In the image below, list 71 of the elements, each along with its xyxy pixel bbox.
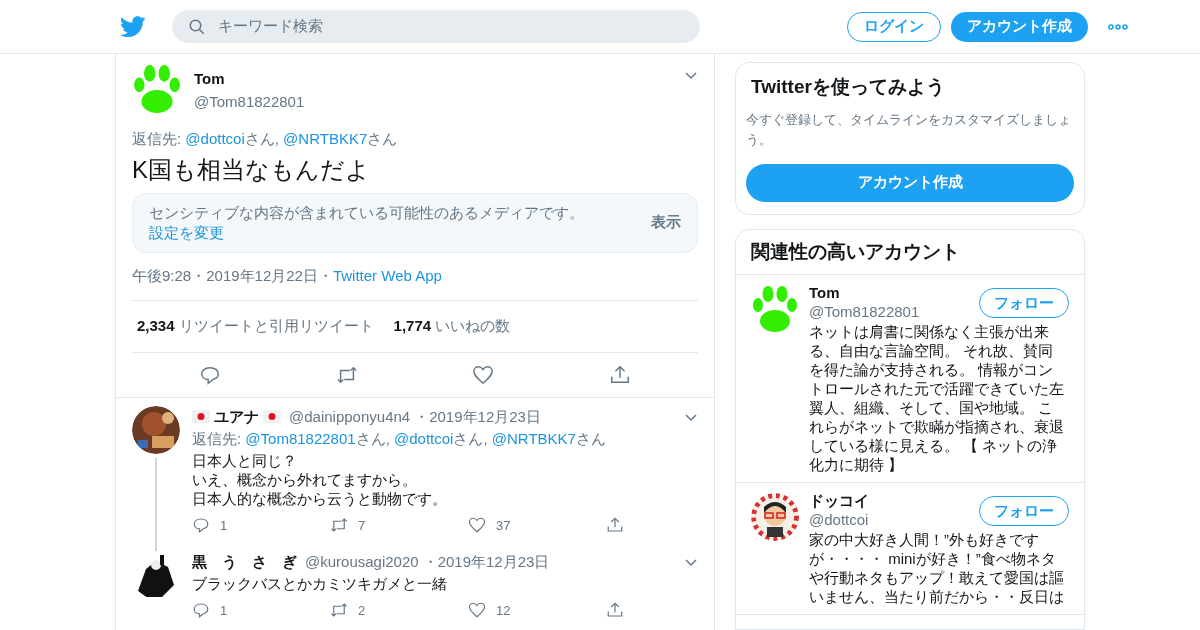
account-bio: ネットは肩書に関係なく主張が出来る、自由な言論空間。 それ故、賛同を得た論が支持される。 情報がコントロールされた元で活躍できていた左翼人、組織、そして、国や地域。 これらがネットで欺瞞が指摘され、衰退している様に見える。 【 ネットの浄化力に期待 】 xyxy=(809,322,1065,474)
card-title: 関連性の高いアカウント xyxy=(736,229,1084,275)
action-count: 2 xyxy=(358,601,366,620)
flag-icon xyxy=(263,410,281,424)
user-name[interactable]: Tom xyxy=(809,283,979,302)
mention-link[interactable]: @NRTBKK7 xyxy=(491,428,576,451)
user-handle[interactable]: @dainipponyu4n4 xyxy=(289,405,411,428)
stat-link[interactable]: 1,774 いいねの数 xyxy=(393,315,511,338)
mention-link[interactable]: @Tom81822801 xyxy=(245,428,356,451)
heart-icon[interactable] xyxy=(468,516,486,535)
action-count: 7 xyxy=(358,516,366,535)
tweet-timestamp: 午後9:28・2019年12月22日・ xyxy=(132,265,333,286)
search-input[interactable]: キーワード検索 xyxy=(218,15,684,38)
reply-icon[interactable] xyxy=(192,516,210,535)
card-title: Twitterを使ってみよう xyxy=(750,75,946,99)
mention-suffix: さん, xyxy=(453,429,489,449)
tweet-text: K国も相当なもんだよ xyxy=(132,154,371,185)
action-count: 37 xyxy=(496,516,511,535)
action-count: 1 xyxy=(220,516,228,535)
mention-link[interactable]: @NRTBKK7 xyxy=(283,128,368,151)
paw-icon xyxy=(132,64,182,114)
login-button[interactable]: ログイン xyxy=(847,11,941,42)
create-account-button[interactable]: アカウント作成 xyxy=(746,163,1074,202)
reply-text: ブラックバスとかカミツキガメと一緒 xyxy=(192,573,448,593)
reply-date[interactable]: ・2019年12月23日 xyxy=(414,405,541,428)
action-count: 1 xyxy=(220,601,228,620)
user-name[interactable]: ドッコイ xyxy=(809,491,979,510)
more-icon[interactable] xyxy=(1108,23,1128,30)
card-text: 今すぐ登録して、タイムラインをカスタマイズしましょう。 xyxy=(746,110,1072,149)
stat-count: 2,334 xyxy=(137,316,175,336)
search-icon xyxy=(188,17,206,36)
reply-text: 日本人と同じ？ いえ、概念から外れてますから。 日本人的な概念から云うと動物です。 xyxy=(192,450,448,508)
source-link[interactable]: Twitter Web App xyxy=(332,264,442,287)
user-name[interactable]: Tom xyxy=(194,68,672,91)
signup-button[interactable]: アカウント作成 xyxy=(951,11,1088,42)
stat-count: 1,774 xyxy=(393,316,432,336)
mention-link[interactable]: @dottcoi xyxy=(394,428,454,451)
mention-suffix: さん, xyxy=(244,129,280,149)
stat-link[interactable]: 2,334 リツイートと引用リツイート xyxy=(137,315,374,338)
heart-icon[interactable] xyxy=(472,363,495,386)
user-handle[interactable]: @Tom81822801 xyxy=(809,302,979,322)
mention-suffix: さん xyxy=(575,429,606,449)
reply-icon[interactable] xyxy=(192,601,210,620)
reply-to-label: 返信先: xyxy=(192,429,243,449)
settings-link[interactable]: 設定を変更 xyxy=(149,223,224,241)
bird-logo-icon[interactable] xyxy=(120,15,146,38)
paw-icon xyxy=(751,285,799,333)
account-bio: 家の中大好き人間！”外も好きですが・・・・ miniが好き！”食べ物ネタや行動ネタもアップ！敢えて愛国は謳いません、当たり前だから・・反日は xyxy=(809,530,1065,606)
show-button[interactable]: 表示 xyxy=(651,211,681,234)
user-handle[interactable]: @kurousagi2020 xyxy=(305,551,419,574)
mention-suffix: さん, xyxy=(355,429,391,449)
user-handle[interactable]: @dottcoi xyxy=(809,510,979,530)
user-name[interactable]: ユアナ xyxy=(214,405,259,428)
search-field[interactable]: キーワード検索 xyxy=(172,10,700,43)
share-icon[interactable] xyxy=(608,363,631,386)
mention-link[interactable]: @dottcoi xyxy=(185,128,245,151)
sensitive-notice-text: センシティブな内容が含まれている可能性のあるメディアです。 設定を変更 xyxy=(149,202,585,243)
user-name[interactable]: 黒 う さ ぎ xyxy=(192,551,297,574)
mention-suffix: さん xyxy=(367,129,398,149)
retweet-icon[interactable] xyxy=(330,601,348,620)
share-icon[interactable] xyxy=(606,516,624,535)
reply-to-label: 返信先: xyxy=(132,129,183,149)
stat-label: リツイートと引用リツイート xyxy=(178,316,374,336)
flag-icon xyxy=(192,410,210,424)
user-handle[interactable]: @Tom81822801 xyxy=(194,90,672,113)
heart-icon[interactable] xyxy=(468,601,486,620)
share-icon[interactable] xyxy=(606,601,624,620)
stat-label: いいねの数 xyxy=(435,316,511,336)
action-count: 12 xyxy=(496,601,511,620)
retweet-icon[interactable] xyxy=(330,516,348,535)
reply-date[interactable]: ・2019年12月23日 xyxy=(422,551,550,574)
